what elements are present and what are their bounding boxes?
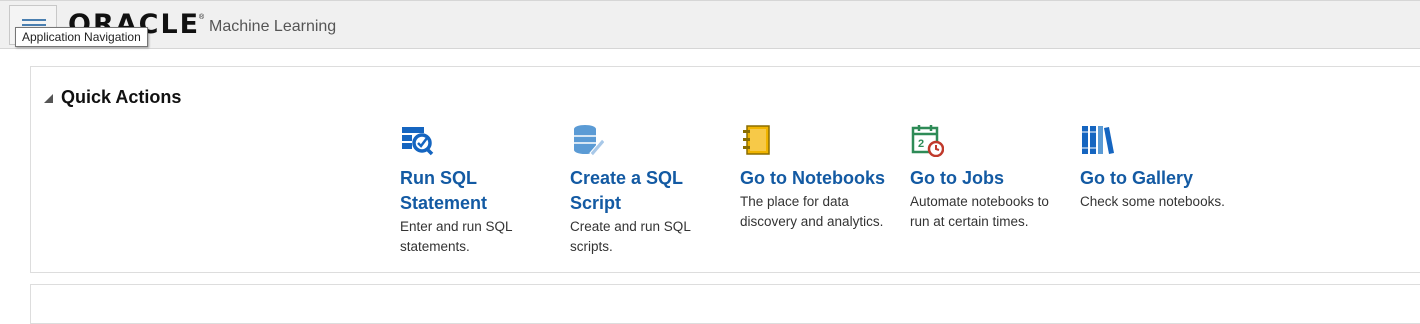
action-title[interactable]: Create a SQL Script (570, 166, 730, 216)
action-title[interactable]: Go to Notebooks (740, 166, 900, 191)
app-title: Machine Learning (209, 18, 337, 35)
action-title[interactable]: Go to Gallery (1080, 166, 1240, 191)
registered-mark: ® (199, 14, 205, 21)
action-title[interactable]: Run SQL Statement (400, 166, 560, 216)
action-title[interactable]: Go to Jobs (910, 166, 1070, 191)
go-to-gallery-action[interactable]: Go to Gallery Check some notebooks. (1080, 123, 1240, 212)
quick-actions-panel: Quick Actions Run SQL Statement Enter an… (30, 66, 1420, 273)
run-sql-statement-action[interactable]: Run SQL Statement Enter and run SQL stat… (400, 123, 560, 256)
menu-tooltip: Application Navigation (15, 27, 148, 47)
svg-text:2: 2 (918, 138, 924, 150)
action-description: Create and run SQL scripts. (570, 219, 691, 254)
action-description: The place for data discovery and analyti… (740, 194, 884, 229)
jobs-icon: 2 (911, 125, 944, 157)
sql-script-icon (574, 125, 604, 157)
action-description: Enter and run SQL statements. (400, 219, 513, 254)
sql-statement-icon (402, 127, 434, 156)
notebooks-icon (743, 125, 770, 155)
secondary-panel (30, 284, 1420, 324)
panel-title: Quick Actions (61, 87, 182, 107)
go-to-jobs-action[interactable]: 2 Go to Jobs Automate notebooks to run a… (910, 123, 1070, 231)
action-description: Check some notebooks. (1080, 194, 1225, 209)
create-sql-script-action[interactable]: Create a SQL Script Create and run SQL s… (570, 123, 730, 256)
action-description: Automate notebooks to run at certain tim… (910, 194, 1049, 229)
gallery-icon (1082, 126, 1114, 154)
app-header: ORACLE ® Machine Learning Application Na… (0, 0, 1420, 49)
collapse-triangle-icon[interactable] (44, 94, 53, 103)
go-to-notebooks-action[interactable]: Go to Notebooks The place for data disco… (740, 123, 900, 231)
